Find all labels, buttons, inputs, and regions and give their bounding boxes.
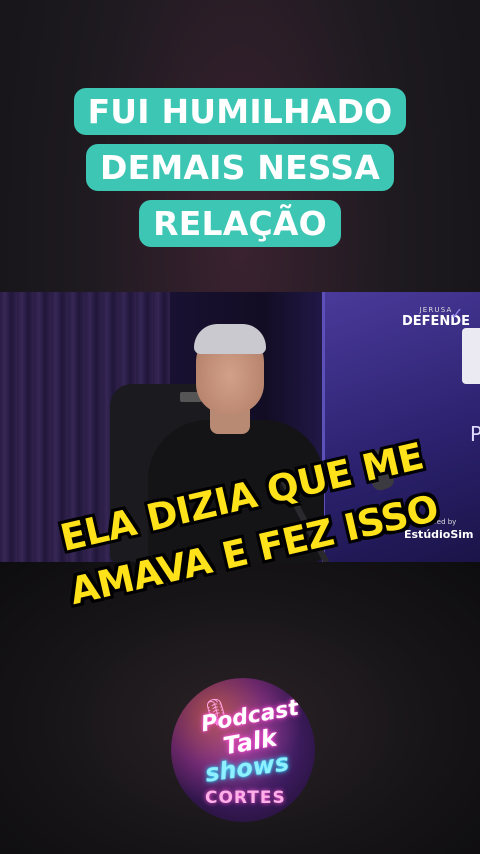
- logo-cortes-text: CORTES: [205, 788, 286, 808]
- guest-hair: [194, 324, 266, 354]
- checkmark-icon: ✓: [450, 304, 464, 323]
- screen-letter-block: [462, 328, 480, 384]
- headline-line-3: RELAÇÃO: [139, 200, 341, 247]
- headline-line-2: DEMAIS NESSA: [86, 144, 394, 191]
- screen-letter: P: [470, 422, 480, 446]
- headline-line-1: FUI HUMILHADO: [73, 88, 407, 135]
- headline-banner: FUI HUMILHADO DEMAIS NESSA RELAÇÃO: [0, 84, 480, 252]
- podcast-logo[interactable]: 🎙 Podcast Talk shows CORTES: [171, 678, 315, 822]
